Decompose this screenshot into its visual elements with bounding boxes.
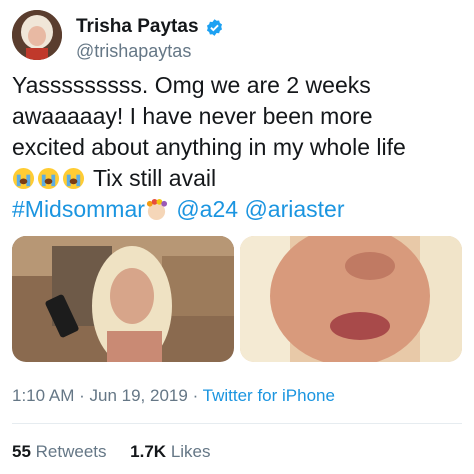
avatar[interactable]: [12, 10, 62, 60]
tweet-text-line-2: awaaaaay! I have never been more: [12, 103, 373, 129]
likes-label: Likes: [170, 442, 211, 461]
tweet-text-tix: Tix still avail: [92, 165, 217, 191]
tweet-text-line-1: Yasssssssss. Omg we are 2 weeks: [12, 72, 371, 98]
crying-face-icon: [37, 167, 60, 190]
media-image-1[interactable]: [12, 236, 234, 362]
tweet-date[interactable]: Jun 19, 2019: [90, 386, 188, 405]
selfie-with-phone-photo: [12, 236, 234, 362]
author-name[interactable]: Trisha Paytas: [76, 16, 199, 38]
likes-stat[interactable]: 1.7K Likes: [130, 442, 210, 461]
flower-crown-icon: [146, 198, 167, 221]
tweet-time[interactable]: 1:10 AM: [12, 386, 74, 405]
tweet-header: Trisha Paytas @trishapaytas: [12, 10, 462, 62]
media-image-2[interactable]: [240, 236, 462, 362]
avatar-image: [12, 10, 62, 60]
close-up-face-photo: [240, 236, 462, 362]
likes-count: 1.7K: [130, 442, 167, 461]
tweet-text-line-3: excited about anything in my whole life: [12, 134, 406, 160]
crying-face-icon: [12, 167, 35, 190]
retweets-stat[interactable]: 55 Retweets: [12, 442, 107, 461]
meta-separator: ·: [79, 386, 85, 405]
tweet-stats: 55 Retweets 1.7K Likes: [12, 442, 211, 462]
tweet-text: Yasssssssss. Omg we are 2 weeks awaaaaay…: [12, 70, 466, 225]
mention-a24-link[interactable]: @a24: [176, 196, 238, 222]
meta-separator-2: ·: [192, 386, 199, 405]
crying-face-icon: [62, 167, 85, 190]
divider: [12, 423, 462, 424]
retweets-label: Retweets: [35, 442, 107, 461]
tweet-text-line-4: Tix still avail: [12, 163, 466, 194]
hashtag-link[interactable]: #Midsommar: [12, 196, 145, 222]
author-handle[interactable]: @trishapaytas: [76, 41, 191, 62]
tweet-timestamp: 1:10 AM · Jun 19, 2019 · Twitter for iPh…: [12, 386, 335, 406]
tweet-text-line-5: #Midsommar @a24 @ariaster: [12, 194, 466, 225]
mention-ariaster-link[interactable]: @ariaster: [244, 196, 344, 222]
retweets-count: 55: [12, 442, 31, 461]
tweet-source-link[interactable]: Twitter for iPhone: [203, 386, 335, 405]
verified-badge-icon: [206, 18, 222, 36]
